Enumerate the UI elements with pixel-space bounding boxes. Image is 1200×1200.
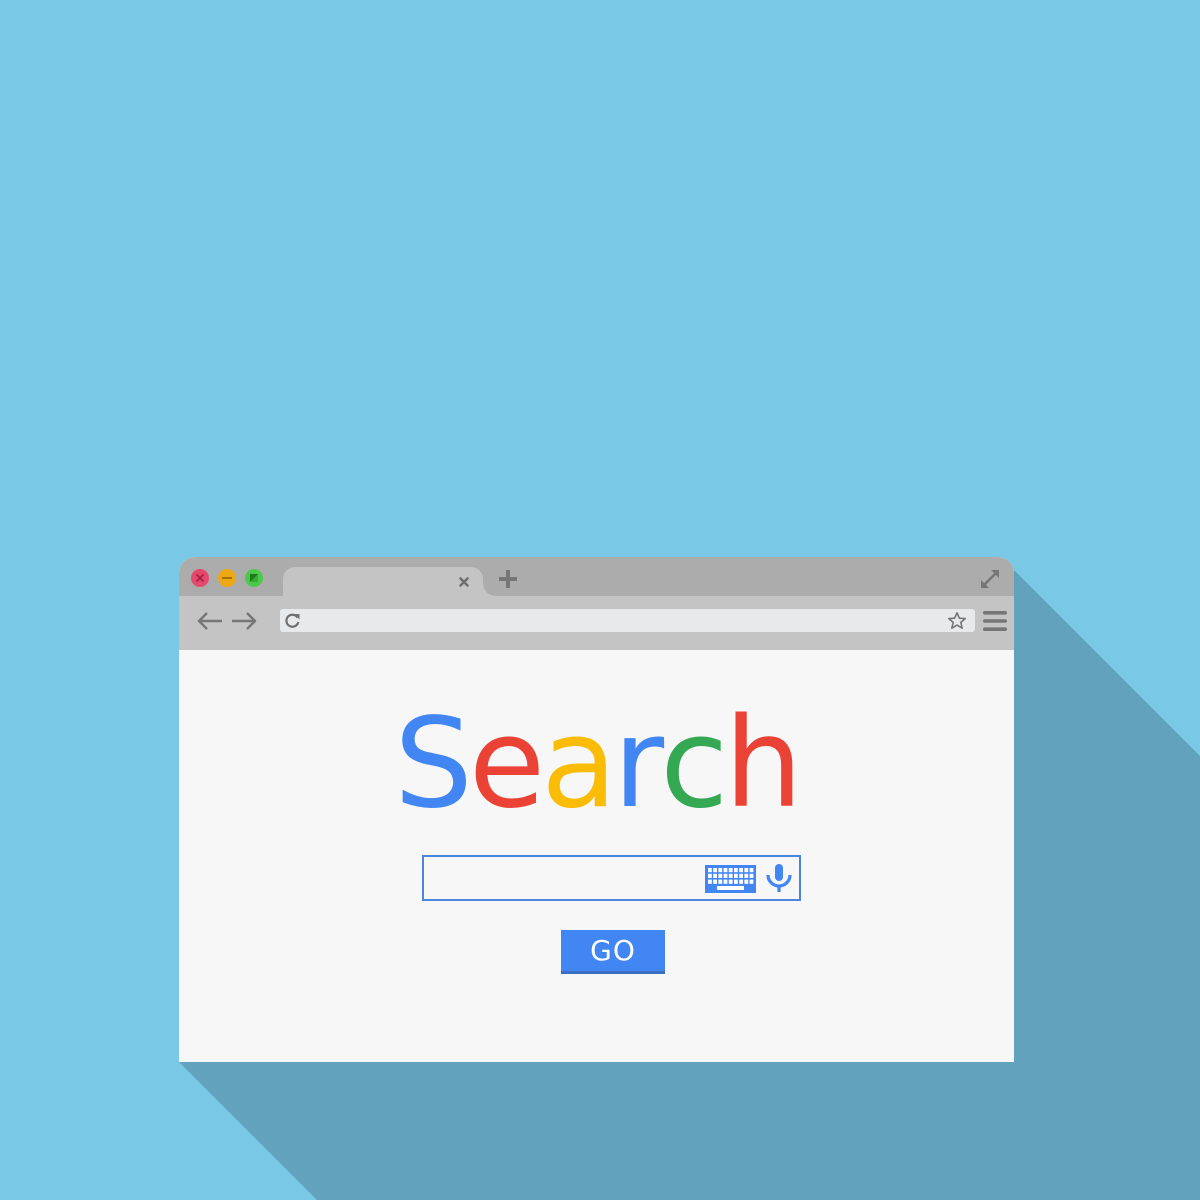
tab-bar xyxy=(179,557,1014,596)
keyboard-key xyxy=(708,868,712,873)
window-maximize-button[interactable] xyxy=(245,569,263,587)
keyboard-key xyxy=(718,873,723,878)
search-input[interactable] xyxy=(430,857,700,899)
go-button[interactable]: GO xyxy=(561,930,665,974)
reload-icon[interactable] xyxy=(284,612,301,629)
page-content: Search GO xyxy=(179,650,1014,1062)
window-close-button[interactable] xyxy=(191,569,209,587)
keyboard-icon[interactable] xyxy=(705,865,756,893)
arrow-right-icon[interactable] xyxy=(230,610,258,632)
logo-letter-s: S xyxy=(394,692,473,836)
close-icon[interactable] xyxy=(457,575,471,589)
logo-letter-e: e xyxy=(468,692,545,836)
keyboard-key xyxy=(723,868,728,873)
search-box[interactable] xyxy=(422,855,801,901)
star-outline-icon[interactable] xyxy=(947,611,967,631)
keyboard-key xyxy=(734,879,738,884)
address-bar[interactable] xyxy=(280,609,975,632)
keyboard-key xyxy=(734,873,738,878)
keyboard-key xyxy=(718,879,723,884)
keyboard-key xyxy=(739,879,743,884)
navigation-toolbar xyxy=(179,596,1014,650)
hamburger-menu-icon[interactable] xyxy=(983,610,1007,632)
keyboard-key xyxy=(708,879,712,884)
logo-letter-c: c xyxy=(660,692,728,836)
keyboard-key xyxy=(708,873,712,878)
keyboard-key xyxy=(713,873,717,878)
keyboard-key xyxy=(723,879,728,884)
keyboard-key xyxy=(713,868,717,873)
microphone-icon[interactable] xyxy=(765,863,793,893)
keyboard-key xyxy=(728,868,733,873)
logo-letter-a: a xyxy=(541,692,617,836)
keyboard-key xyxy=(744,879,749,884)
keyboard-key xyxy=(713,879,717,884)
window-minimize-button[interactable] xyxy=(218,569,236,587)
keyboard-key xyxy=(749,879,754,884)
keyboard-key xyxy=(749,868,754,873)
keyboard-key xyxy=(718,868,723,873)
keyboard-key xyxy=(749,873,754,878)
minus-icon xyxy=(222,577,232,579)
browser-window: Search GO xyxy=(179,557,1014,1062)
close-x-icon xyxy=(195,573,205,583)
keyboard-key xyxy=(739,868,743,873)
expand-arrows-icon[interactable] xyxy=(978,567,1002,591)
keyboard-key xyxy=(734,868,738,873)
search-logo: Search xyxy=(179,702,1014,826)
plus-icon[interactable] xyxy=(498,569,518,589)
maximize-diagonal-icon xyxy=(250,574,258,582)
browser-tab[interactable] xyxy=(283,567,495,596)
keyboard-key xyxy=(744,873,749,878)
keyboard-key xyxy=(723,873,728,878)
logo-letter-r: r xyxy=(613,692,664,836)
keyboard-key xyxy=(744,868,749,873)
logo-letter-h: h xyxy=(724,692,803,836)
keyboard-key xyxy=(728,873,733,878)
keyboard-key xyxy=(739,873,743,878)
address-input[interactable] xyxy=(308,609,938,632)
keyboard-key xyxy=(728,879,733,884)
arrow-left-icon[interactable] xyxy=(196,610,224,632)
